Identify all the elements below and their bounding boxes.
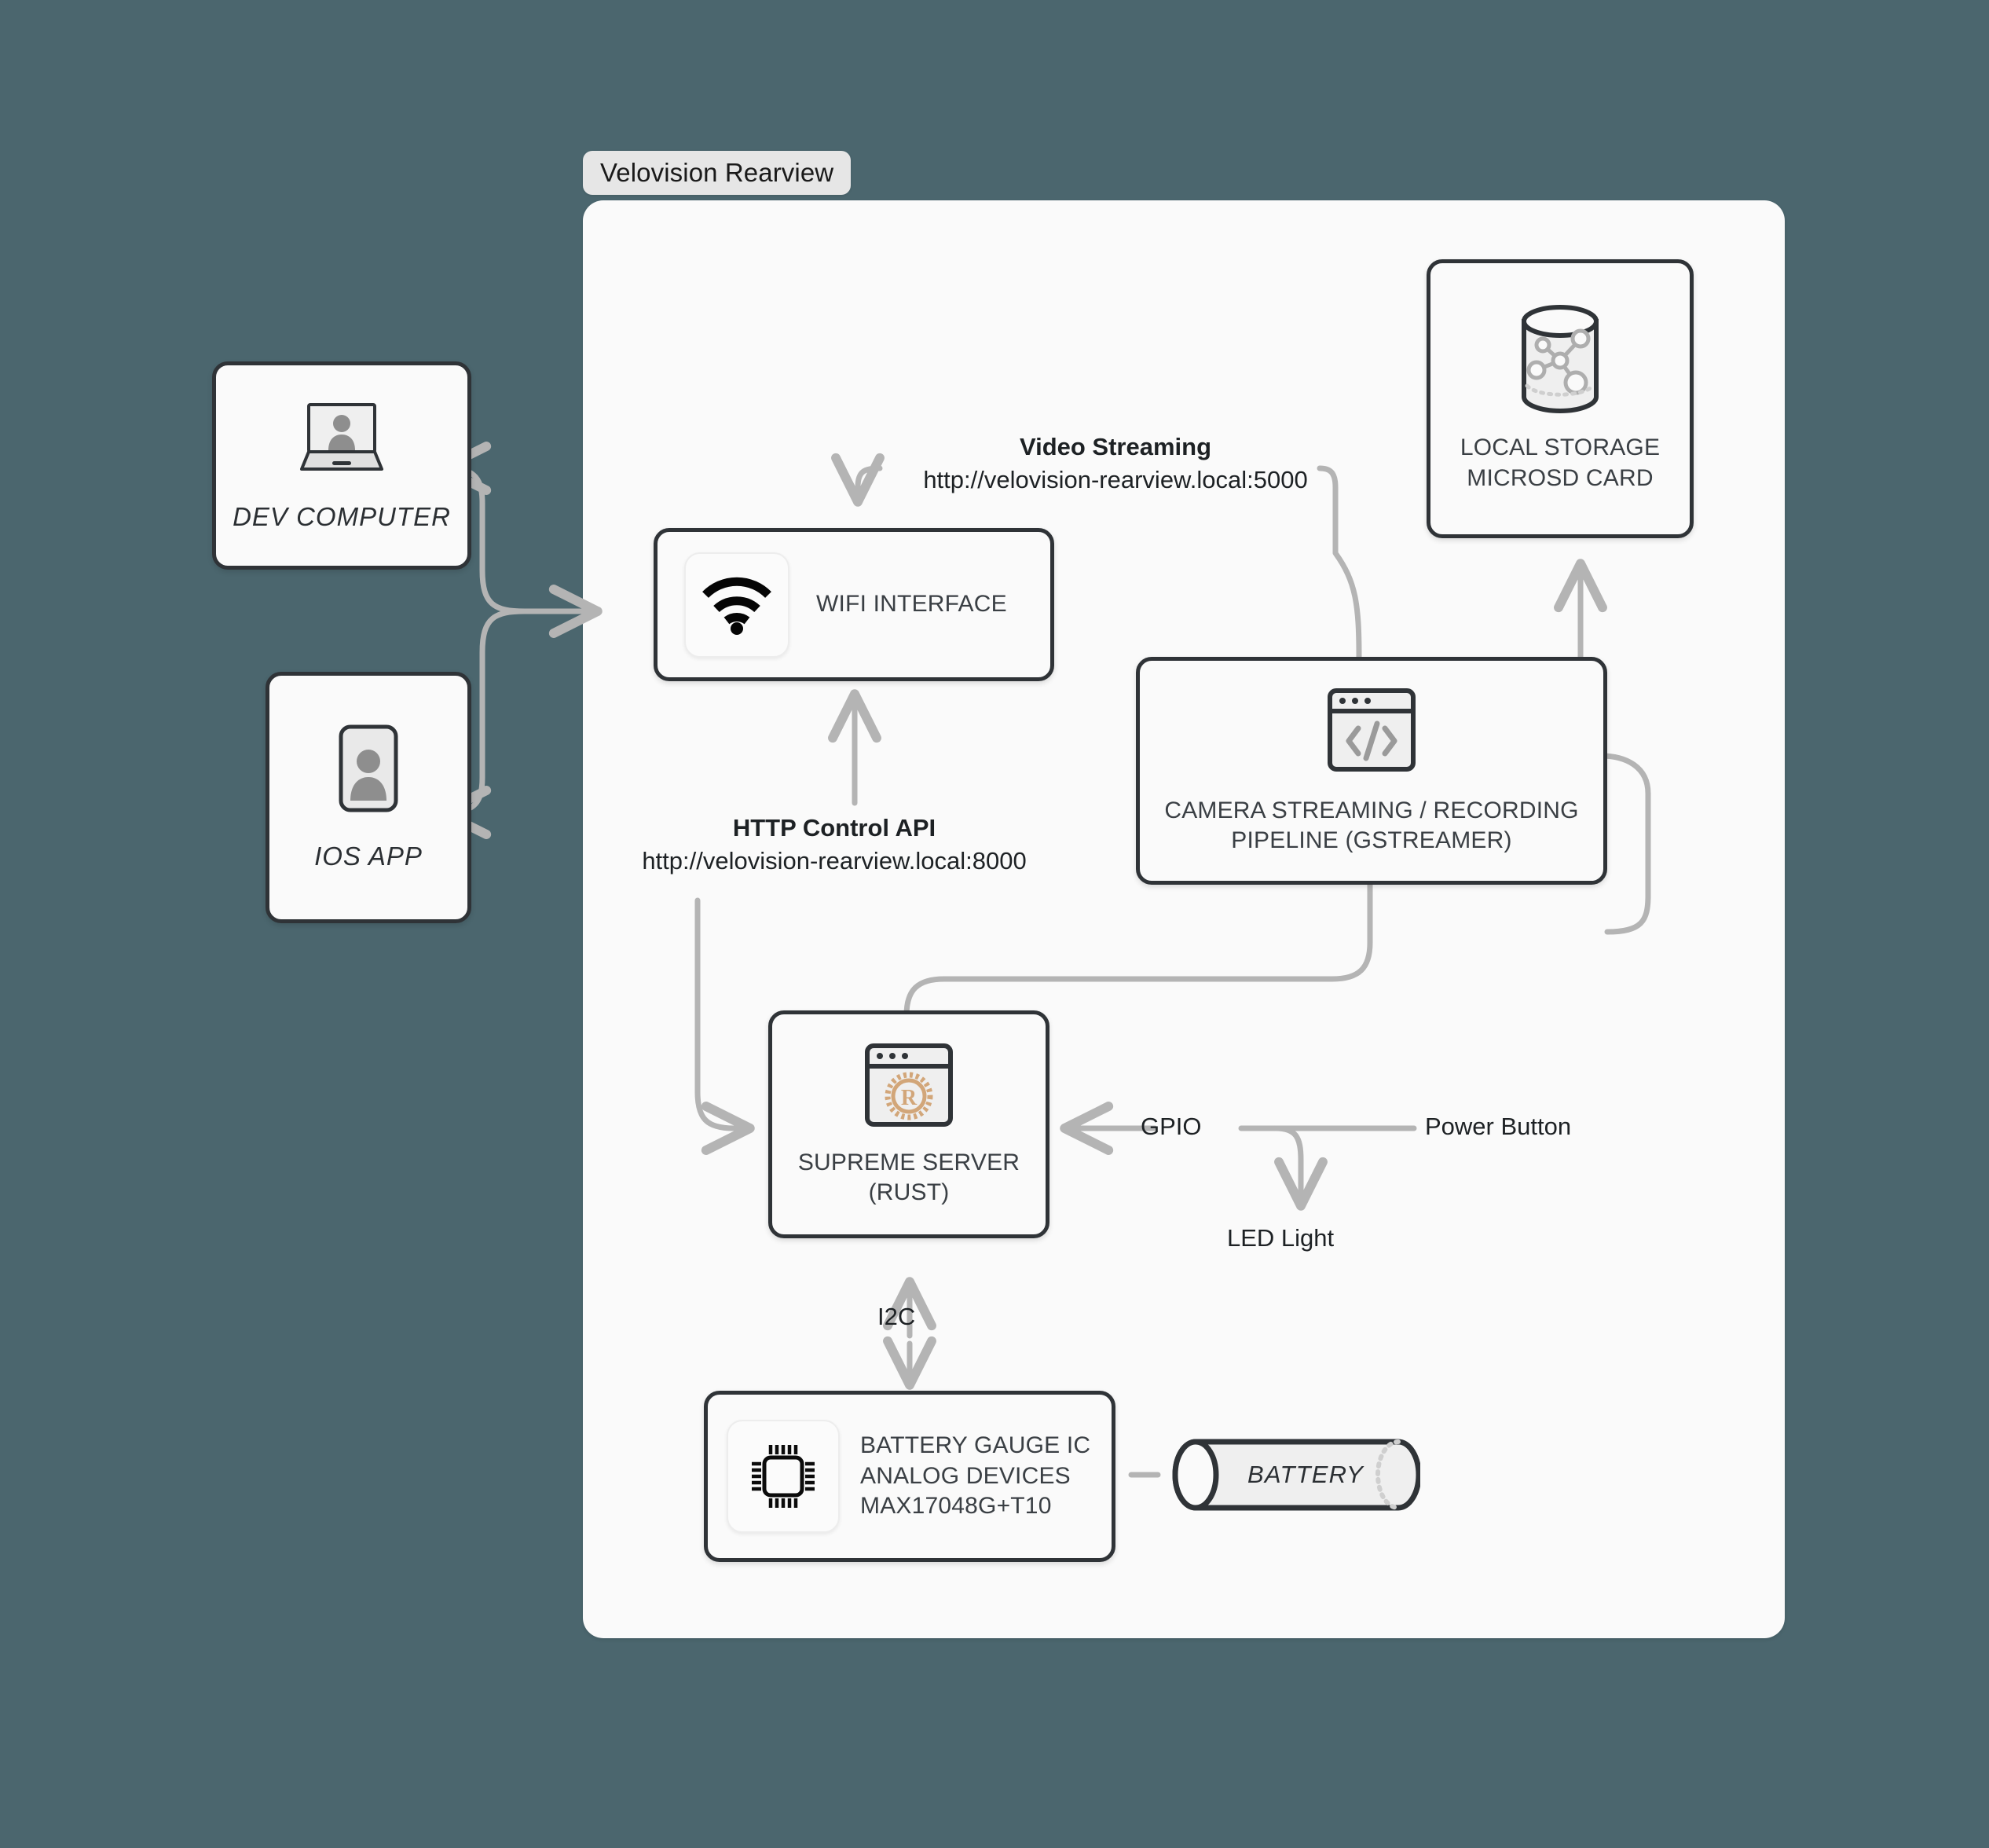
- database-cylinder-icon: [1522, 305, 1599, 414]
- node-label-dev-computer: DEV COMPUTER: [233, 502, 451, 532]
- code-window-icon: [1328, 688, 1416, 772]
- edge-label-led-light: LED Light: [1227, 1224, 1335, 1252]
- rust-window-icon: R: [865, 1043, 953, 1127]
- diagram-canvas: Velovision Rearview DEV COMPUTER IOS APP…: [0, 0, 1989, 1848]
- node-label-camera-pipeline-line2: PIPELINE (GSTREAMER): [1231, 827, 1512, 853]
- edge-label-http-control-api-title: HTTP Control API: [732, 814, 936, 842]
- edge-label-video-streaming-title: Video Streaming: [1019, 433, 1212, 460]
- wifi-icon: [702, 577, 771, 635]
- svg-text:R: R: [901, 1086, 918, 1110]
- node-label-battery-gauge: BATTERY GAUGE IC ANALOG DEVICES MAX17048…: [860, 1431, 1090, 1521]
- node-supreme-server[interactable]: R SUPREME SERVER (RUST): [768, 1010, 1049, 1238]
- node-label-local-storage: LOCAL STORAGE MICROSD CARD: [1460, 433, 1660, 493]
- wifi-icon-tile: [684, 552, 789, 658]
- edge-label-http-control-api: HTTP Control API http://velovision-rearv…: [606, 812, 1062, 878]
- edge-label-video-streaming: Video Streaming http://velovision-rearvi…: [888, 431, 1343, 497]
- node-label-battery: BATTERY: [1247, 1461, 1364, 1488]
- group-label: Velovision Rearview: [583, 151, 852, 195]
- node-label-supreme-server: SUPREME SERVER (RUST): [798, 1148, 1020, 1208]
- node-label-wifi-interface: WIFI INTERFACE: [816, 591, 1007, 618]
- edge-label-http-control-api-url: http://velovision-rearview.local:8000: [642, 846, 1027, 874]
- node-local-storage[interactable]: LOCAL STORAGE MICROSD CARD: [1427, 259, 1694, 538]
- node-label-battery-gauge-line2: ANALOG DEVICES: [860, 1462, 1071, 1489]
- node-label-local-storage-line1: LOCAL STORAGE: [1460, 434, 1661, 461]
- chip-icon: [752, 1445, 815, 1508]
- node-label-battery-gauge-line1: BATTERY GAUGE IC: [860, 1432, 1091, 1459]
- node-label-camera-pipeline: CAMERA STREAMING / RECORDING PIPELINE (G…: [1164, 796, 1578, 856]
- edge-label-video-streaming-url: http://velovision-rearview.local:5000: [923, 465, 1308, 493]
- node-label-battery-gauge-line3: MAX17048G+T10: [860, 1493, 1052, 1520]
- edge-label-i2c: I2C: [877, 1303, 916, 1330]
- phone-user-icon: [339, 724, 398, 812]
- node-battery[interactable]: BATTERY: [1169, 1436, 1420, 1514]
- node-label-supreme-server-line2: (RUST): [868, 1179, 950, 1205]
- node-label-supreme-server-line1: SUPREME SERVER: [797, 1149, 1020, 1175]
- node-dev-computer[interactable]: DEV COMPUTER: [212, 361, 471, 570]
- laptop-user-icon: [300, 403, 383, 471]
- node-label-local-storage-line2: MICROSD CARD: [1467, 464, 1654, 491]
- node-camera-pipeline[interactable]: CAMERA STREAMING / RECORDING PIPELINE (G…: [1136, 657, 1607, 885]
- node-wifi-interface[interactable]: WIFI INTERFACE: [654, 528, 1054, 681]
- node-ios-app[interactable]: IOS APP: [266, 672, 471, 923]
- chip-icon-tile: [727, 1420, 840, 1533]
- node-battery-gauge-ic[interactable]: BATTERY GAUGE IC ANALOG DEVICES MAX17048…: [704, 1391, 1115, 1562]
- edge-label-gpio: GPIO: [1141, 1113, 1202, 1140]
- edge-label-power-button: Power Button: [1425, 1113, 1572, 1140]
- node-label-ios-app: IOS APP: [314, 841, 423, 871]
- node-label-camera-pipeline-line1: CAMERA STREAMING / RECORDING: [1164, 797, 1579, 823]
